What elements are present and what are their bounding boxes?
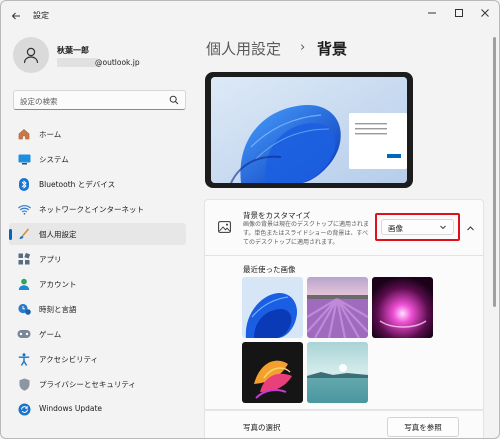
back-button[interactable]	[7, 7, 25, 25]
sidebar-item-windows-update[interactable]: Windows Update	[9, 398, 186, 420]
search-placeholder: 設定の検索	[20, 97, 58, 106]
image-icon	[218, 221, 231, 233]
sidebar-item-home[interactable]: ホーム	[9, 123, 186, 145]
dropdown-value: 画像	[388, 224, 403, 233]
scrollbar[interactable]	[493, 37, 496, 307]
recent-image-5[interactable]	[307, 342, 368, 403]
sidebar-item-time-language[interactable]: 時刻と言語	[9, 298, 186, 320]
highlight-box: 画像	[375, 213, 460, 241]
lake-thumbnail	[307, 342, 368, 403]
window-title: 設定	[33, 11, 49, 20]
flower-thumbnail	[242, 342, 303, 403]
lavender-thumbnail	[307, 277, 368, 338]
desktop-preview	[205, 72, 413, 188]
photo-select-label: 写真の選択	[243, 423, 281, 432]
bluetooth-icon	[17, 177, 31, 191]
chevron-up-icon[interactable]	[466, 224, 475, 233]
sidebar-item-label: アカウント	[39, 280, 77, 289]
sidebar-item-label: ネットワークとインターネット	[39, 205, 144, 214]
photo-select-row: 写真の選択 写真を参照	[204, 410, 484, 438]
arrow-left-icon	[11, 12, 20, 20]
sidebar-item-personalization[interactable]: 個人用設定	[9, 223, 186, 245]
chevron-down-icon	[440, 225, 446, 230]
update-icon	[17, 402, 31, 416]
sidebar-item-label: 個人用設定	[39, 230, 77, 239]
search-input[interactable]: 設定の検索	[13, 90, 186, 110]
background-description: 画像の背景は現在のデスクトップに適用されます。単色またはスライドショーの背景は、…	[243, 221, 370, 246]
user-name: 秋葉一郎	[57, 46, 89, 55]
sidebar-item-label: Bluetooth とデバイス	[39, 180, 116, 189]
sidebar-item-label: ゲーム	[39, 330, 62, 339]
active-indicator	[9, 229, 12, 240]
recent-image-2[interactable]	[307, 277, 368, 338]
time-language-icon	[17, 302, 31, 316]
account-icon	[17, 277, 31, 291]
accessibility-icon	[17, 352, 31, 366]
gamepad-icon	[17, 327, 31, 341]
email-redaction	[57, 58, 97, 67]
sidebar-item-label: Windows Update	[39, 404, 103, 413]
breadcrumb-parent[interactable]: 個人用設定	[206, 38, 281, 59]
sidebar-item-label: アクセシビリティ	[39, 355, 99, 364]
bloom-thumbnail	[242, 277, 303, 338]
wifi-icon	[17, 202, 31, 216]
close-icon	[481, 9, 489, 17]
minimize-button[interactable]	[421, 5, 443, 21]
recent-image-1[interactable]	[242, 277, 303, 338]
sidebar-item-label: ホーム	[39, 130, 62, 139]
sidebar-item-bluetooth[interactable]: Bluetooth とデバイス	[9, 173, 186, 195]
sidebar-item-label: アプリ	[39, 255, 62, 264]
recent-image-3[interactable]	[372, 277, 433, 338]
close-button[interactable]	[474, 5, 496, 21]
sidebar-item-system[interactable]: システム	[9, 148, 186, 170]
sidebar-item-network[interactable]: ネットワークとインターネット	[9, 198, 186, 220]
breadcrumb-separator: ›	[300, 40, 306, 55]
user-email: @outlook.jp	[95, 58, 140, 67]
apps-icon	[17, 252, 31, 266]
home-icon	[17, 127, 31, 141]
system-icon	[17, 152, 31, 166]
background-settings-card: 背景をカスタマイズ 画像の背景は現在のデスクトップに適用されます。単色またはスラ…	[204, 199, 484, 256]
sidebar-item-privacy[interactable]: プライバシーとセキュリティ	[9, 373, 186, 395]
maximize-icon	[455, 9, 463, 17]
maximize-button[interactable]	[448, 5, 470, 21]
sidebar-item-apps[interactable]: アプリ	[9, 248, 186, 270]
minimize-icon	[428, 12, 436, 14]
background-type-dropdown[interactable]: 画像	[381, 219, 454, 235]
sidebar-item-label: プライバシーとセキュリティ	[39, 380, 136, 389]
sidebar-item-label: システム	[39, 155, 69, 164]
title-bar: 設定	[1, 1, 499, 31]
brush-icon	[17, 227, 31, 241]
recent-images-section: 最近使った画像	[204, 256, 484, 410]
recent-images-label: 最近使った画像	[243, 265, 296, 274]
avatar[interactable]	[13, 37, 49, 73]
sidebar-item-accessibility[interactable]: アクセシビリティ	[9, 348, 186, 370]
sidebar-item-label: 時刻と言語	[39, 305, 77, 314]
shield-icon	[17, 377, 31, 391]
settings-window: 設定 秋葉一郎 @outlook.jp 設定の検索 ホーム システム Bluet…	[0, 0, 500, 439]
preview-screen	[211, 77, 407, 183]
sidebar-item-accounts[interactable]: アカウント	[9, 273, 186, 295]
magenta-glow-thumbnail	[372, 277, 433, 338]
browse-photos-button[interactable]: 写真を参照	[387, 417, 459, 437]
bloom-wallpaper-image	[211, 77, 407, 183]
search-icon	[169, 95, 179, 105]
page-title: 背景	[317, 40, 348, 58]
recent-image-4[interactable]	[242, 342, 303, 403]
sidebar-item-gaming[interactable]: ゲーム	[9, 323, 186, 345]
person-icon	[23, 47, 39, 64]
